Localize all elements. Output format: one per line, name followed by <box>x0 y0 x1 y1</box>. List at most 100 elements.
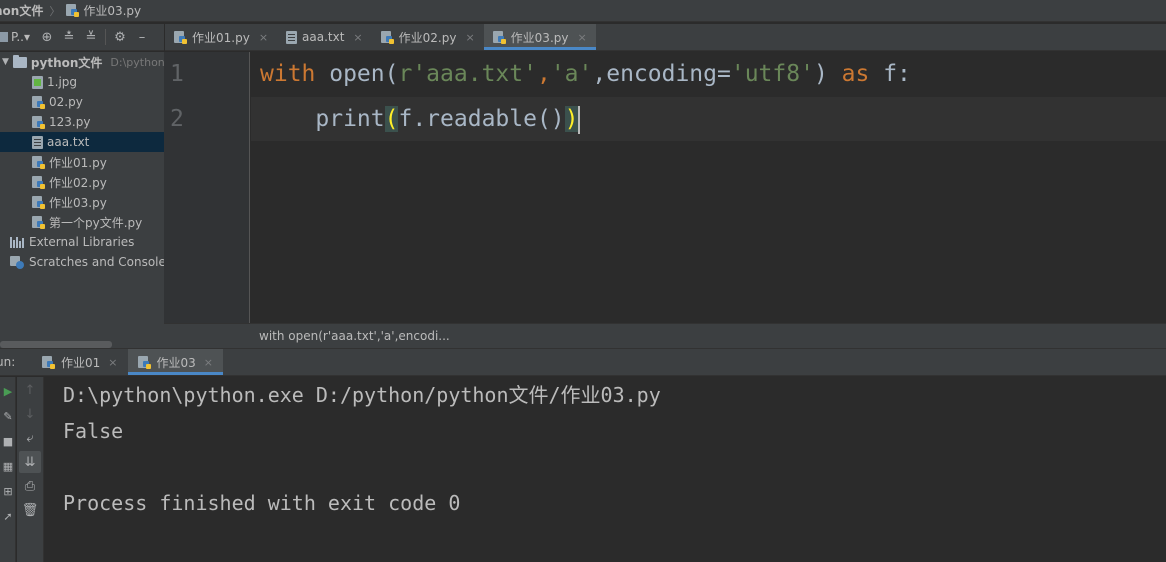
image-file-icon <box>32 75 43 89</box>
code-open: open( <box>315 61 399 87</box>
tree-file-zuoye03[interactable]: 作业03.py <box>0 192 164 212</box>
tree-root-folder[interactable]: ▼ python文件 D:\python\ <box>0 52 164 72</box>
close-icon[interactable]: × <box>259 31 268 44</box>
toolbar-divider <box>105 29 106 45</box>
folder-icon <box>12 54 27 68</box>
string-encoding: 'utf8' <box>730 61 814 87</box>
tab-label: aaa.txt <box>302 30 345 44</box>
pin-icon[interactable]: ⊞ <box>0 480 16 502</box>
code-structure-breadcrumb[interactable]: with open(r'aaa.txt','a',encodi... <box>164 323 1166 348</box>
python-file-icon <box>32 175 45 189</box>
code-close-paren: ) <box>813 61 842 87</box>
arrow-down-icon[interactable]: ↓ <box>19 403 41 425</box>
breadcrumb-separator: 〉 <box>49 4 61 18</box>
file-name: 第一个py文件.py <box>49 215 143 230</box>
python-file-icon <box>137 355 151 369</box>
breadcrumb-project[interactable]: hon文件 <box>0 2 43 19</box>
code-editor[interactable]: with open(r'aaa.txt','a',encoding='utf8'… <box>251 52 1166 323</box>
horizontal-scrollbar[interactable] <box>0 341 112 348</box>
external-libraries-label: External Libraries <box>29 235 135 249</box>
settings-icon[interactable]: ➚ <box>0 505 16 527</box>
tree-file-zuoye01[interactable]: 作业01.py <box>0 152 164 172</box>
library-icon <box>10 236 25 248</box>
close-icon[interactable]: × <box>577 31 586 44</box>
run-tab-zuoye01[interactable]: 作业01 × <box>32 349 128 375</box>
locate-file-icon[interactable]: ⊕ <box>36 26 58 48</box>
code-print: print <box>260 106 385 132</box>
python-file-icon <box>492 30 506 44</box>
tree-external-libraries[interactable]: External Libraries <box>0 232 164 252</box>
arrow-up-icon[interactable]: ↑ <box>19 379 41 401</box>
rerun-icon[interactable]: ▶ <box>0 380 16 402</box>
file-name: 1.jpg <box>47 75 78 89</box>
string-filename: r'aaa.txt' <box>398 61 537 87</box>
string-mode: 'a' <box>550 61 593 87</box>
file-name: 02.py <box>49 95 83 109</box>
text-caret <box>577 105 580 134</box>
structure-label: with open(r'aaa.txt','a',encodi... <box>259 329 450 343</box>
tree-scratches[interactable]: Scratches and Consoles <box>0 252 164 272</box>
code-comma: , <box>536 61 551 87</box>
console-output[interactable]: D:\python\python.exe D:/python/python文件/… <box>45 377 1166 562</box>
console-toolbar: ↑ ↓ ⤶ ⇊ ⎙ 🗑 <box>17 377 44 562</box>
code-line-2: print(f.readable()) <box>251 97 1166 141</box>
code-call: f.readable() <box>398 106 565 132</box>
project-toolbar: P..▾ ⊕ ≛ ≚ ⚙ – <box>0 24 164 51</box>
expand-all-icon[interactable]: ≛ <box>58 26 80 48</box>
gear-icon[interactable]: ⚙ <box>109 26 131 48</box>
run-tab-zuoye03[interactable]: 作业03 × <box>127 349 223 375</box>
tab-zuoye03[interactable]: 作业03.py × <box>483 24 596 50</box>
project-view-dropdown[interactable]: P..▾ <box>0 30 36 44</box>
tab-zuoye02[interactable]: 作业02.py × <box>372 24 484 50</box>
file-name: 作业02.py <box>49 175 107 190</box>
code-encoding: ,encoding= <box>592 61 731 87</box>
layout-icon[interactable]: ▦ <box>0 455 16 477</box>
python-file-icon <box>32 95 45 109</box>
scratches-icon <box>10 255 25 269</box>
collapse-all-icon[interactable]: ≚ <box>80 26 102 48</box>
tree-file-aaatxt[interactable]: aaa.txt <box>0 132 164 152</box>
tab-label: 作业02.py <box>398 30 457 45</box>
scratches-label: Scratches and Consoles <box>29 255 164 269</box>
tree-file-02py[interactable]: 02.py <box>0 92 164 112</box>
wrench-icon[interactable]: ✎ <box>0 405 16 427</box>
python-file-icon <box>32 215 45 229</box>
scroll-to-end-icon[interactable]: ⇊ <box>19 451 41 473</box>
close-icon[interactable]: × <box>353 31 362 44</box>
breadcrumb-file[interactable]: 作业03.py <box>66 2 141 19</box>
code-target: f: <box>869 61 911 87</box>
stop-icon[interactable]: ■ <box>0 430 16 452</box>
chevron-down-icon[interactable]: ▼ <box>2 57 9 67</box>
file-name: 123.py <box>49 115 91 129</box>
hide-panel-icon[interactable]: – <box>131 26 153 48</box>
print-icon[interactable]: ⎙ <box>19 475 41 497</box>
trash-icon[interactable]: 🗑 <box>19 499 41 521</box>
console-line: D:\python\python.exe D:/python/python文件/… <box>63 383 661 407</box>
tab-label: 作业03.py <box>510 30 569 45</box>
console-line: False <box>63 419 124 443</box>
run-tab-label: 作业01 <box>61 355 101 370</box>
project-tree: ▼ python文件 D:\python\ 1.jpg 02.py 123.py… <box>0 52 164 348</box>
python-file-icon <box>32 155 45 169</box>
tree-file-zuoye02[interactable]: 作业02.py <box>0 172 164 192</box>
navigation-bar: hon文件 〉 作业03.py <box>0 0 1166 22</box>
python-file-icon <box>32 195 45 209</box>
tree-file-first-py[interactable]: 第一个py文件.py <box>0 212 164 232</box>
line-number: 2 <box>170 106 184 132</box>
close-icon[interactable]: × <box>204 356 213 369</box>
tree-file-123py[interactable]: 123.py <box>0 112 164 132</box>
python-file-icon <box>174 30 187 44</box>
close-icon[interactable]: × <box>465 31 474 44</box>
matched-brace-close: ) <box>564 106 579 132</box>
tab-label: 作业01.py <box>192 30 250 45</box>
python-file-icon <box>32 115 45 129</box>
file-name: 作业01.py <box>49 155 107 170</box>
soft-wrap-icon[interactable]: ⤶ <box>19 427 41 449</box>
close-icon[interactable]: × <box>108 356 117 369</box>
tree-file-1jpg[interactable]: 1.jpg <box>0 72 164 92</box>
run-label: un: <box>0 355 16 369</box>
run-action-strip: ▶ ✎ ■ ▦ ⊞ ➚ <box>0 377 16 562</box>
tab-aaa-txt[interactable]: aaa.txt × <box>277 24 372 50</box>
tab-zuoye01[interactable]: 作业01.py × <box>165 24 277 50</box>
